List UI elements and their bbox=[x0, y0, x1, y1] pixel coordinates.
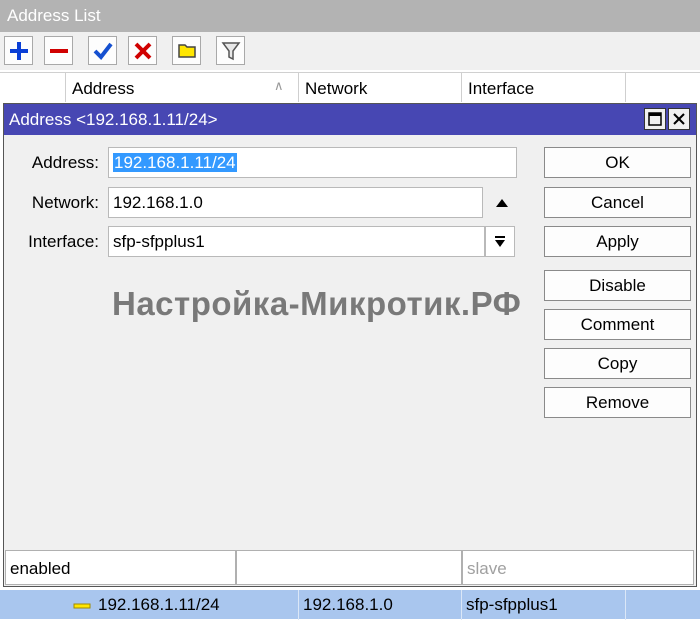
row-network: 192.168.1.0 bbox=[299, 590, 462, 620]
comment-button[interactable] bbox=[172, 36, 201, 65]
column-header-interface[interactable]: Interface bbox=[462, 73, 626, 102]
disable-button[interactable]: Disable bbox=[544, 270, 691, 301]
status-slave: slave bbox=[462, 550, 694, 585]
interface-label: Interface: bbox=[28, 232, 99, 251]
close-button[interactable] bbox=[668, 108, 690, 130]
maximize-button[interactable] bbox=[644, 108, 666, 130]
row-address-cell: 192.168.1.11/24 bbox=[66, 590, 299, 620]
interface-value: sfp-sfpplus1 bbox=[113, 232, 205, 251]
apply-button[interactable]: Apply bbox=[544, 226, 691, 257]
interface-select[interactable]: sfp-sfpplus1 bbox=[108, 226, 485, 257]
status-state: enabled bbox=[5, 550, 236, 585]
network-collapse-button[interactable] bbox=[488, 187, 516, 218]
list-header: Address ∧ Network Interface bbox=[0, 72, 700, 102]
column-header-address[interactable]: Address ∧ bbox=[66, 73, 299, 102]
x-icon bbox=[134, 42, 151, 59]
plus-icon bbox=[9, 41, 28, 60]
row-interface: sfp-sfpplus1 bbox=[462, 590, 626, 620]
toolbar bbox=[0, 32, 700, 70]
network-label: Network: bbox=[31, 193, 99, 212]
filter-button[interactable] bbox=[216, 36, 245, 65]
disable-button[interactable] bbox=[128, 36, 157, 65]
triangle-up-icon bbox=[496, 198, 508, 207]
maximize-icon bbox=[648, 112, 662, 126]
close-icon bbox=[673, 113, 685, 125]
table-row[interactable]: 192.168.1.11/24 192.168.1.0 sfp-sfpplus1 bbox=[0, 589, 700, 620]
window-title: Address List bbox=[0, 0, 700, 32]
enable-button[interactable] bbox=[88, 36, 117, 65]
address-entry-icon bbox=[73, 603, 91, 609]
status-middle bbox=[236, 550, 462, 585]
interface-dropdown-button[interactable] bbox=[485, 226, 515, 257]
add-button[interactable] bbox=[4, 36, 33, 65]
minus-icon bbox=[49, 48, 68, 53]
network-field[interactable]: 192.168.1.0 bbox=[108, 187, 483, 218]
ok-button[interactable]: OK bbox=[544, 147, 691, 178]
cancel-button[interactable]: Cancel bbox=[544, 187, 691, 218]
comment-button[interactable]: Comment bbox=[544, 309, 691, 340]
filter-icon bbox=[221, 41, 240, 60]
row-address: 192.168.1.11/24 bbox=[98, 595, 220, 614]
remove-button[interactable] bbox=[44, 36, 73, 65]
remove-button[interactable]: Remove bbox=[544, 387, 691, 418]
address-value: 192.168.1.11/24 bbox=[113, 153, 237, 172]
note-icon bbox=[177, 43, 196, 58]
dialog-title: Address <192.168.1.11/24> bbox=[9, 110, 218, 129]
dialog-status-bar: enabled slave bbox=[3, 550, 695, 585]
column-header-label: Address bbox=[72, 79, 135, 98]
address-field[interactable]: 192.168.1.11/24 bbox=[108, 147, 517, 178]
sort-indicator-icon: ∧ bbox=[274, 78, 284, 93]
column-header-network[interactable]: Network bbox=[299, 73, 462, 102]
network-value: 192.168.1.0 bbox=[113, 193, 203, 212]
column-header-blank bbox=[0, 73, 66, 102]
dropdown-arrow-icon bbox=[495, 235, 505, 247]
checkmark-icon bbox=[93, 42, 113, 60]
address-dialog: Address <192.168.1.11/24> Address: 192.1… bbox=[3, 103, 697, 587]
address-label: Address: bbox=[31, 153, 99, 172]
dialog-title-bar: Address <192.168.1.11/24> bbox=[4, 104, 696, 135]
copy-button[interactable]: Copy bbox=[544, 348, 691, 379]
